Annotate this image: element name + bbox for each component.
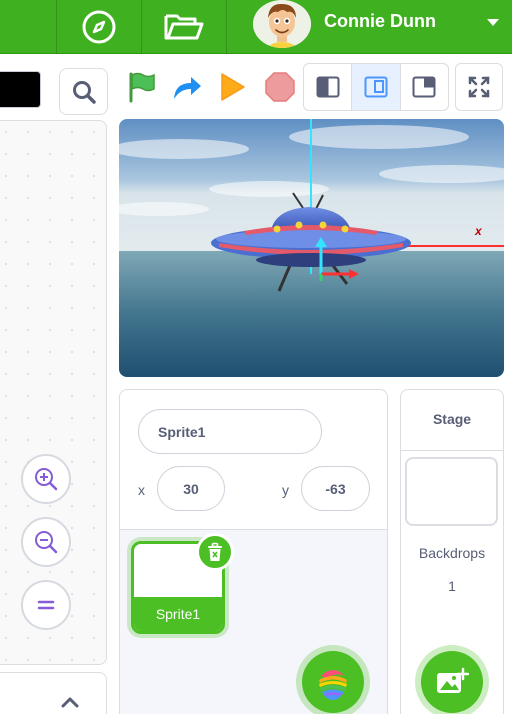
explore-button[interactable] bbox=[57, 0, 141, 54]
stop-button[interactable] bbox=[263, 70, 297, 104]
username[interactable]: Connie Dunn bbox=[324, 11, 436, 32]
sprite-rainbow-icon bbox=[319, 670, 347, 700]
choose-sprite-button[interactable] bbox=[302, 651, 364, 713]
stop-icon bbox=[265, 72, 295, 102]
zoom-out-icon bbox=[35, 531, 58, 554]
normal-stage-icon bbox=[364, 76, 388, 98]
add-backdrop-icon bbox=[437, 667, 469, 693]
stage-size-toggle bbox=[303, 63, 449, 111]
stage-title: Stage bbox=[432, 411, 472, 427]
redo-arrow-icon bbox=[174, 77, 201, 99]
zoom-in-button[interactable] bbox=[21, 454, 71, 504]
green-flag-icon bbox=[129, 72, 155, 103]
my-stuff-folder-button[interactable] bbox=[142, 0, 226, 54]
chevron-up-icon[interactable] bbox=[61, 695, 79, 709]
backdrop-thumbnail[interactable] bbox=[405, 457, 498, 526]
search-icon bbox=[72, 80, 96, 104]
normal-stage-button[interactable] bbox=[352, 64, 401, 110]
stage-axis-x-label: x bbox=[474, 224, 483, 238]
x-position-input[interactable]: 30 bbox=[157, 466, 225, 511]
avatar[interactable] bbox=[253, 0, 311, 48]
redo-button[interactable] bbox=[170, 72, 204, 102]
y-position-input[interactable]: -63 bbox=[301, 466, 370, 511]
small-stage-icon bbox=[316, 76, 340, 98]
color-swatch[interactable] bbox=[0, 71, 41, 108]
fullscreen-button[interactable] bbox=[455, 63, 503, 111]
menu-divider bbox=[226, 0, 227, 54]
x-label: x bbox=[138, 482, 145, 498]
large-stage-button[interactable] bbox=[401, 64, 448, 110]
equals-icon bbox=[37, 600, 55, 610]
divider bbox=[119, 529, 388, 530]
choose-backdrop-button[interactable] bbox=[421, 651, 483, 713]
folder-icon bbox=[164, 14, 204, 40]
user-avatar-image bbox=[253, 0, 311, 48]
backdrops-label: Backdrops bbox=[418, 545, 486, 561]
sprite-name-input[interactable]: Sprite1 bbox=[138, 409, 322, 454]
divider bbox=[400, 450, 504, 451]
y-label: y bbox=[282, 482, 289, 498]
sprite-thumbnail-label: Sprite1 bbox=[134, 597, 222, 631]
play-button[interactable] bbox=[216, 70, 248, 104]
play-icon bbox=[221, 73, 245, 101]
large-stage-icon bbox=[412, 76, 436, 98]
compass-icon bbox=[82, 10, 116, 44]
backdrops-count: 1 bbox=[448, 578, 456, 594]
chevron-down-icon[interactable] bbox=[486, 15, 500, 33]
delete-sprite-button[interactable] bbox=[196, 533, 234, 571]
search-button[interactable] bbox=[59, 68, 108, 115]
stage-canvas[interactable]: x bbox=[119, 119, 504, 377]
fullscreen-icon bbox=[468, 76, 490, 98]
zoom-in-icon bbox=[35, 468, 58, 491]
small-stage-button[interactable] bbox=[304, 64, 353, 110]
zoom-reset-button[interactable] bbox=[21, 580, 71, 630]
zoom-out-button[interactable] bbox=[21, 517, 71, 567]
backpack-panel[interactable] bbox=[0, 672, 107, 714]
trash-icon bbox=[208, 542, 222, 561]
green-flag-button[interactable] bbox=[124, 70, 160, 104]
